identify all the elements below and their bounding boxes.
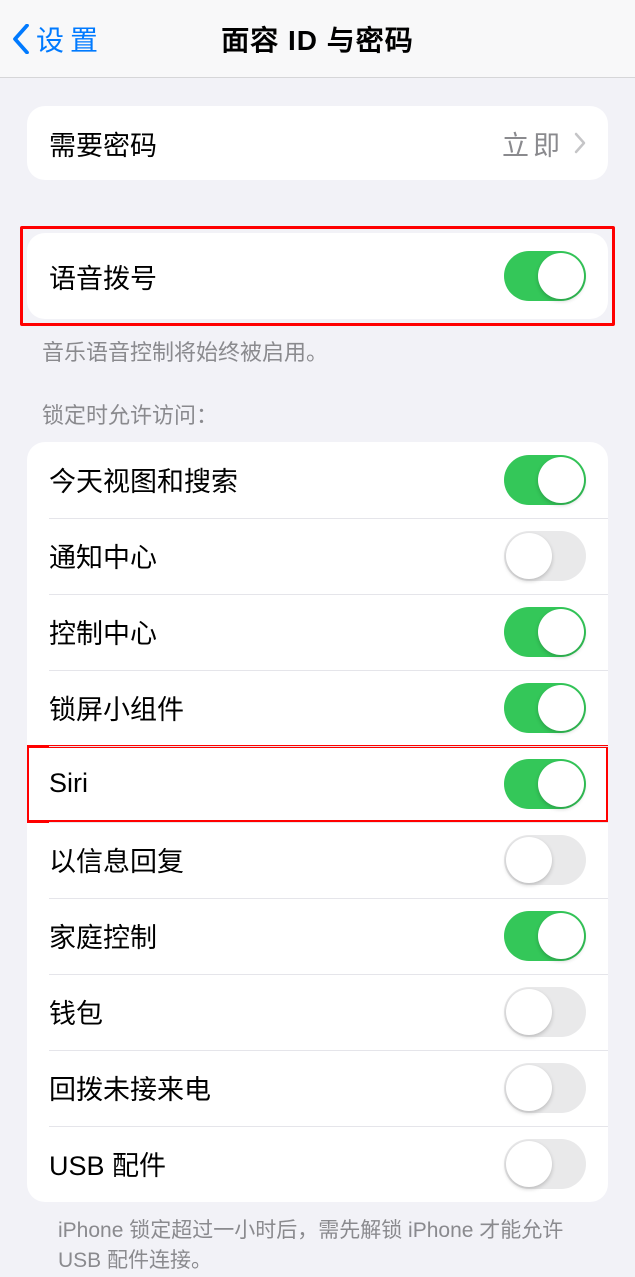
lock-access-group: 今天视图和搜索通知中心控制中心锁屏小组件 Siri 以信息回复家庭控制钱包回拨未接来… — [27, 442, 608, 1202]
voice-dial-caption: 音乐语音控制将始终被启用。 — [0, 326, 635, 368]
lock-access-toggle[interactable] — [504, 987, 586, 1037]
lock-access-footer: iPhone 锁定超过一小时后，需先解锁 iPhone 才能允许USB 配件连接… — [0, 1202, 635, 1277]
lock-access-row: 锁屏小组件 — [27, 670, 608, 746]
lock-access-toggle[interactable] — [504, 531, 586, 581]
lock-access-row: 钱包 — [27, 974, 608, 1050]
lock-access-toggle[interactable] — [504, 759, 586, 809]
lock-access-row: 以信息回复 — [27, 822, 608, 898]
require-passcode-row[interactable]: 需要密码 立即 — [27, 106, 608, 180]
lock-access-item-label: 回拨未接来电 — [49, 1068, 211, 1107]
lock-access-item-label: 以信息回复 — [49, 840, 184, 879]
require-passcode-label: 需要密码 — [49, 124, 157, 163]
voice-dial-group: 语音拨号 — [27, 233, 608, 319]
lock-access-item-label: 钱包 — [49, 992, 103, 1031]
back-label: 设置 — [36, 19, 104, 59]
lock-access-item-label: 锁屏小组件 — [49, 688, 184, 727]
lock-access-item-label: 今天视图和搜索 — [49, 460, 238, 499]
lock-access-toggle[interactable] — [504, 683, 586, 733]
chevron-left-icon — [12, 24, 30, 54]
lock-access-row: 家庭控制 — [27, 898, 608, 974]
lock-access-toggle[interactable] — [504, 835, 586, 885]
require-passcode-group: 需要密码 立即 — [27, 106, 608, 180]
lock-access-row: 回拨未接来电 — [27, 1050, 608, 1126]
lock-access-item-label: 家庭控制 — [49, 916, 157, 955]
lock-access-toggle[interactable] — [504, 1139, 586, 1189]
back-button[interactable]: 设置 — [12, 0, 104, 77]
lock-access-item-label: Siri — [49, 768, 88, 799]
voice-dial-label: 语音拨号 — [49, 257, 157, 296]
lock-access-toggle[interactable] — [504, 607, 586, 657]
lock-access-row: 控制中心 — [27, 594, 608, 670]
lock-access-toggle[interactable] — [504, 911, 586, 961]
voice-dial-toggle[interactable] — [504, 251, 586, 301]
lock-access-item-label: USB 配件 — [49, 1144, 166, 1183]
lock-access-toggle[interactable] — [504, 1063, 586, 1113]
lock-access-row: USB 配件 — [27, 1126, 608, 1202]
lock-access-toggle[interactable] — [504, 455, 586, 505]
lock-access-row: 通知中心 — [27, 518, 608, 594]
voice-dial-row: 语音拨号 — [27, 233, 608, 319]
lock-access-item-label: 控制中心 — [49, 612, 157, 651]
chevron-right-icon — [574, 132, 586, 154]
lock-access-row: Siri — [27, 746, 608, 822]
require-passcode-value: 立即 — [502, 124, 564, 163]
lock-access-header: 锁定时允许访问： — [0, 368, 635, 442]
voice-dial-highlight: 语音拨号 — [20, 226, 615, 326]
lock-access-item-label: 通知中心 — [49, 536, 157, 575]
lock-access-row: 今天视图和搜索 — [27, 442, 608, 518]
nav-header: 设置 面容 ID 与密码 — [0, 0, 635, 78]
